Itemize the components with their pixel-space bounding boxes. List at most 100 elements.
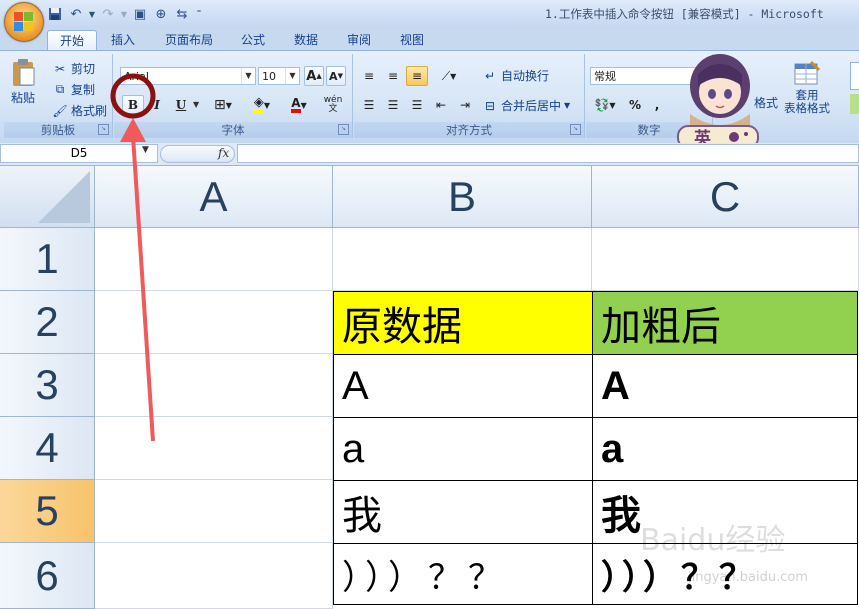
currency-button[interactable]: 💱 ▼ xyxy=(590,95,620,115)
cut-button[interactable]: ✂ 剪切 xyxy=(52,60,95,77)
align-top-icon: ≡ xyxy=(363,69,375,83)
insert-function-button[interactable]: fx xyxy=(218,146,229,160)
column-header-c[interactable]: C xyxy=(592,166,859,228)
align-bottom-button[interactable]: ≡ xyxy=(406,66,428,86)
table-format-button[interactable]: 套用 表格格式 xyxy=(784,60,830,115)
align-right-button[interactable]: ☰ xyxy=(406,95,428,115)
cell-a3[interactable] xyxy=(95,354,333,417)
cell-a2[interactable] xyxy=(95,291,333,354)
quick-access-toolbar: ↶ ▼ ↷ ▼ ▣ ⊕ ⇆ ⁼ xyxy=(46,4,204,24)
merge-dropdown-icon[interactable]: ▼ xyxy=(564,101,570,110)
formula-input[interactable] xyxy=(237,144,859,163)
decrease-indent-button[interactable]: ⇤ xyxy=(430,95,452,115)
row-header-1[interactable]: 1 xyxy=(0,228,95,291)
redo-dropdown-icon[interactable]: ▼ xyxy=(120,6,128,23)
name-box[interactable]: D5 xyxy=(0,144,158,163)
alignment-launcher-icon[interactable]: ↘ xyxy=(570,124,581,135)
align-middle-button[interactable]: ≡ xyxy=(382,66,404,86)
paste-button[interactable]: 粘贴 xyxy=(10,58,36,106)
phonetic-button[interactable]: wén 文 xyxy=(318,95,348,115)
wrap-text-label: 自动换行 xyxy=(501,69,550,83)
font-name-dropdown-icon[interactable]: ▼ xyxy=(241,68,255,84)
row-header-6[interactable]: 6 xyxy=(0,543,95,609)
column-header-b[interactable]: B xyxy=(333,166,592,228)
cell-styles-partial[interactable] xyxy=(850,62,859,90)
align-left-button[interactable]: ☰ xyxy=(358,95,380,115)
italic-button[interactable]: I xyxy=(146,95,168,115)
cell-b6[interactable]: ）））？？ xyxy=(333,543,593,605)
align-right-icon: ☰ xyxy=(411,98,423,112)
save-icon[interactable] xyxy=(46,6,64,23)
format-painter-button[interactable]: 🖌 格式刷 xyxy=(52,102,107,119)
copy-button[interactable]: ⧉ 复制 xyxy=(52,81,95,98)
redo-icon[interactable]: ↷ xyxy=(99,6,117,23)
row-header-5[interactable]: 5 xyxy=(0,480,95,543)
font-color-button[interactable]: A ▼ xyxy=(282,95,316,115)
clipboard-group-label: 剪贴板 xyxy=(4,122,112,138)
undo-dropdown-icon[interactable]: ▼ xyxy=(88,6,96,23)
office-button[interactable] xyxy=(4,2,44,42)
tab-home[interactable]: 开始 xyxy=(47,30,97,51)
align-center-button[interactable]: ☰ xyxy=(382,95,404,115)
row-header-2[interactable]: 2 xyxy=(0,291,95,354)
shrink-font-button[interactable]: A ▼ xyxy=(326,66,346,86)
cell-style-good-partial[interactable] xyxy=(850,94,859,114)
undo-icon[interactable]: ↶ xyxy=(67,6,85,23)
tab-page-layout[interactable]: 页面布局 xyxy=(157,30,221,50)
name-box-dropdown-icon[interactable]: ▼ xyxy=(142,145,149,155)
anime-sticker-icon: 英 xyxy=(677,54,759,149)
align-top-button[interactable]: ≡ xyxy=(358,66,380,86)
cell-b2[interactable]: 原数据 xyxy=(333,291,593,355)
cell-a5[interactable] xyxy=(95,480,333,543)
font-size-dropdown-icon[interactable]: ▼ xyxy=(285,68,299,84)
column-header-a[interactable]: A xyxy=(95,166,333,228)
tab-review[interactable]: 审阅 xyxy=(338,30,380,50)
row-header-3[interactable]: 3 xyxy=(0,354,95,417)
increase-indent-icon: ⇥ xyxy=(459,98,471,112)
customize-qat-icon[interactable]: ⁼ xyxy=(194,6,204,23)
bold-button[interactable]: B xyxy=(122,95,144,115)
orientation-button[interactable]: ⟋ ▼ xyxy=(434,66,464,86)
merge-center-label: 合并后居中 xyxy=(501,99,562,113)
font-launcher-icon[interactable]: ↘ xyxy=(338,124,349,135)
select-all-corner[interactable] xyxy=(0,166,95,228)
font-name-combo[interactable]: Arial ▼ xyxy=(120,67,256,85)
font-size-value: 10 xyxy=(262,70,276,83)
scissors-icon: ✂ xyxy=(54,61,66,76)
cell-b4[interactable]: a xyxy=(333,417,593,481)
cell-a6[interactable] xyxy=(95,543,333,609)
align-left-icon: ☰ xyxy=(363,98,375,112)
cell-a4[interactable] xyxy=(95,417,333,480)
underline-button[interactable]: U xyxy=(170,95,192,115)
clipboard-launcher-icon[interactable]: ↘ xyxy=(98,124,109,135)
wrap-text-button[interactable]: ↵ 自动换行 xyxy=(482,67,549,84)
font-color-icon: A xyxy=(291,97,301,113)
tab-data[interactable]: 数据 xyxy=(285,30,327,50)
percent-button[interactable]: % xyxy=(624,95,646,115)
custom-tool-icon[interactable]: ⇆ xyxy=(173,6,191,23)
borders-button[interactable]: ⊞ ▼ xyxy=(206,95,240,115)
comma-button[interactable]: , xyxy=(648,95,666,115)
camera-icon[interactable]: ▣ xyxy=(131,6,149,23)
cell-c4[interactable]: a xyxy=(592,417,858,481)
fill-bucket-icon: ◈ xyxy=(253,96,264,113)
cell-b1[interactable] xyxy=(333,228,592,291)
cell-b5[interactable]: 我 xyxy=(333,480,593,544)
brush-icon: 🖌 xyxy=(52,103,68,118)
underline-dropdown-icon[interactable]: ▼ xyxy=(193,100,199,109)
cell-a1[interactable] xyxy=(95,228,333,291)
cell-c3[interactable]: A xyxy=(592,354,858,418)
cell-c2[interactable]: 加粗后 xyxy=(592,291,858,355)
merge-center-button[interactable]: ⊟ 合并后居中 ▼ xyxy=(482,97,570,114)
tab-formulas[interactable]: 公式 xyxy=(232,30,274,50)
tab-insert[interactable]: 插入 xyxy=(102,30,144,50)
tab-view[interactable]: 视图 xyxy=(391,30,433,50)
grow-font-button[interactable]: A ▲ xyxy=(304,66,324,86)
cell-b3[interactable]: A xyxy=(333,354,593,418)
increase-indent-button[interactable]: ⇥ xyxy=(454,95,476,115)
row-header-4[interactable]: 4 xyxy=(0,417,95,480)
font-size-combo[interactable]: 10 ▼ xyxy=(258,67,300,85)
fill-color-button[interactable]: ◈ ▼ xyxy=(244,95,280,115)
cell-c1[interactable] xyxy=(592,228,859,291)
command-button-icon[interactable]: ⊕ xyxy=(152,6,170,23)
